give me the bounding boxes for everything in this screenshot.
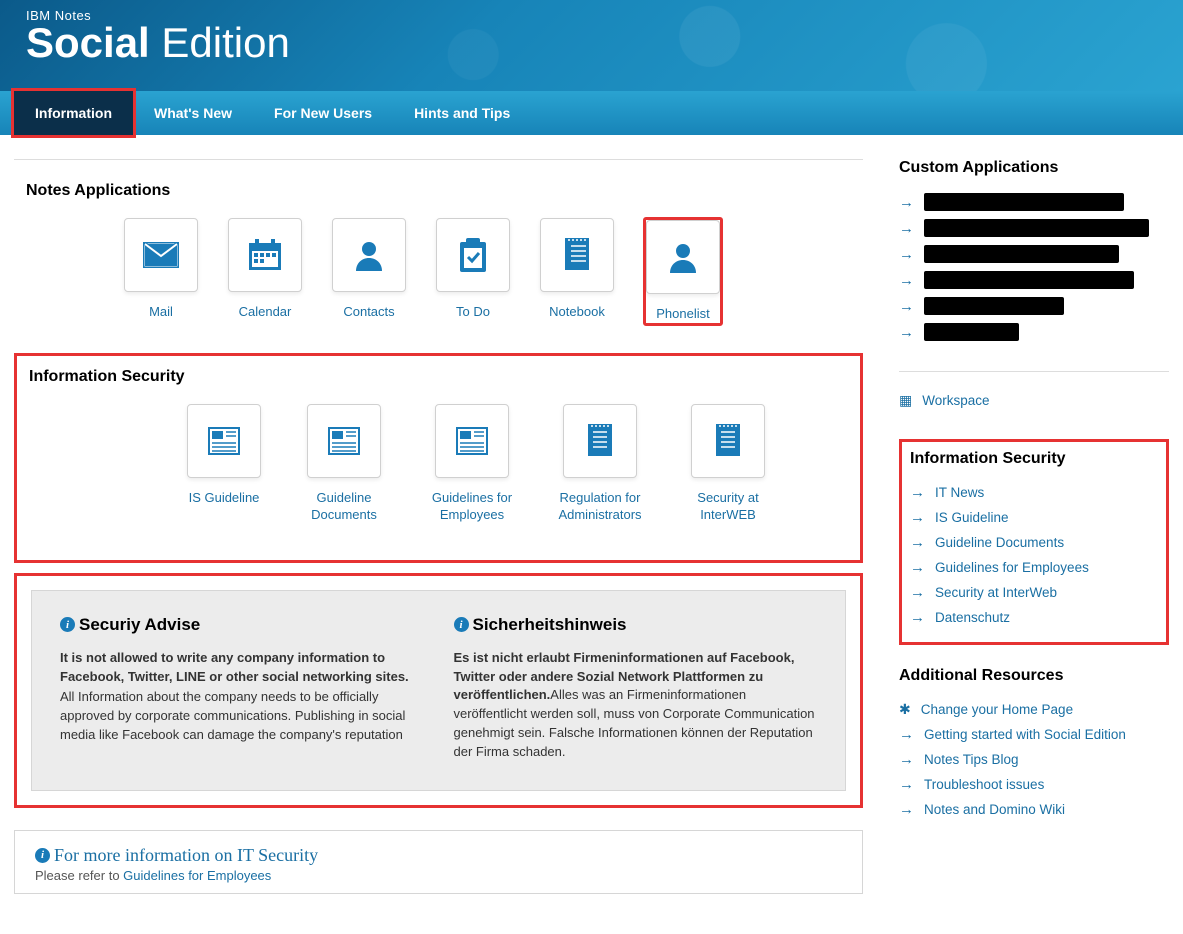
arrow-icon: → (899, 801, 914, 818)
workspace-list: ▦Workspace (899, 388, 1169, 413)
advisory-en: iSecuriy Advise It is not allowed to wri… (60, 615, 424, 762)
info-icon: i (35, 848, 50, 863)
arrow-icon: → (899, 272, 914, 289)
notes-apps-row: Mail Calendar Contacts To Do Notebook Ph… (124, 218, 863, 325)
phonelist-icon (668, 241, 698, 273)
app-phonelist[interactable]: Phonelist (644, 218, 722, 325)
infosec-highlight-box: Information Security IS Guideline Guidel… (14, 353, 863, 563)
doc-icon (208, 427, 240, 455)
arrow-icon: → (910, 559, 925, 576)
sidebar-item-guidelines-employees[interactable]: →Guidelines for Employees (910, 555, 1158, 580)
divider (14, 159, 863, 160)
contact-icon (354, 239, 384, 271)
more-info-link[interactable]: Guidelines for Employees (123, 868, 271, 883)
security-advisory: iSecuriy Advise It is not allowed to wri… (31, 590, 846, 791)
calendar-icon (248, 239, 282, 271)
sidebar-infosec-list: →IT News →IS Guideline →Guideline Docume… (910, 480, 1158, 630)
sidebar-item-notes-tips-blog[interactable]: →Notes Tips Blog (899, 747, 1169, 772)
arrow-icon: → (910, 609, 925, 626)
gear-icon: ✱ (899, 701, 911, 718)
app-notebook[interactable]: Notebook (540, 218, 614, 325)
sidebar-item-change-homepage[interactable]: ✱Change your Home Page (899, 697, 1169, 722)
arrow-icon: → (899, 324, 914, 341)
todo-icon (458, 238, 488, 272)
info-icon: i (454, 617, 469, 632)
app-guidelines-employees[interactable]: Guidelines for Employees (427, 404, 517, 524)
arrow-icon: → (899, 751, 914, 768)
app-guideline-documents[interactable]: Guideline Documents (299, 404, 389, 524)
workspace-link[interactable]: ▦Workspace (899, 388, 1169, 413)
sidebar-item-troubleshoot[interactable]: →Troubleshoot issues (899, 772, 1169, 797)
custom-app-item[interactable]: → (899, 241, 1169, 267)
tab-information[interactable]: Information (11, 88, 136, 138)
tab-hints-and-tips[interactable]: Hints and Tips (393, 91, 531, 135)
app-mail[interactable]: Mail (124, 218, 198, 325)
brand-large: Social Edition (26, 19, 1157, 67)
app-security-interweb[interactable]: Security at InterWEB (683, 404, 773, 524)
sidebar-item-it-news[interactable]: →IT News (910, 480, 1158, 505)
more-info-box: iFor more information on IT Security Ple… (14, 830, 863, 894)
custom-app-item[interactable]: → (899, 319, 1169, 345)
app-contacts[interactable]: Contacts (332, 218, 406, 325)
app-calendar[interactable]: Calendar (228, 218, 302, 325)
arrow-icon: → (910, 509, 925, 526)
sidebar-item-guideline-docs[interactable]: →Guideline Documents (910, 530, 1158, 555)
advisory-de: iSicherheitshinweis Es ist nicht erlaubt… (454, 615, 818, 762)
arrow-icon: → (899, 298, 914, 315)
header-banner: IBM Notes Social Edition (0, 0, 1183, 91)
custom-app-item[interactable]: → (899, 215, 1169, 241)
additional-resources-title: Additional Resources (899, 667, 1169, 685)
app-is-guideline[interactable]: IS Guideline (187, 404, 261, 524)
infosec-row: IS Guideline Guideline Documents Guideli… (187, 404, 860, 524)
grid-icon: ▦ (899, 392, 912, 409)
arrow-icon: → (899, 246, 914, 263)
sidebar-item-security-interweb[interactable]: →Security at InterWeb (910, 580, 1158, 605)
arrow-icon: → (899, 726, 914, 743)
arrow-icon: → (910, 584, 925, 601)
custom-apps-list: → → → → → → (899, 189, 1169, 345)
additional-resources-list: ✱Change your Home Page →Getting started … (899, 697, 1169, 822)
sidebar-item-notes-domino-wiki[interactable]: →Notes and Domino Wiki (899, 797, 1169, 822)
notes-apps-title: Notes Applications (26, 182, 863, 200)
tab-whats-new[interactable]: What's New (133, 91, 253, 135)
arrow-icon: → (899, 220, 914, 237)
notebook-icon (563, 238, 591, 272)
main-nav: Information What's New For New Users Hin… (0, 91, 1183, 135)
arrow-icon: → (910, 484, 925, 501)
custom-app-item[interactable]: → (899, 293, 1169, 319)
book-icon (586, 424, 614, 458)
doc-icon (456, 427, 488, 455)
divider (899, 371, 1169, 372)
sidebar-infosec-title: Information Security (910, 450, 1158, 468)
arrow-icon: → (899, 776, 914, 793)
app-todo[interactable]: To Do (436, 218, 510, 325)
infosec-title: Information Security (29, 368, 860, 386)
info-icon: i (60, 617, 75, 632)
mail-icon (143, 242, 179, 268)
custom-app-item[interactable]: → (899, 267, 1169, 293)
sidebar-infosec-highlight: Information Security →IT News →IS Guidel… (899, 439, 1169, 645)
sidebar-item-getting-started[interactable]: →Getting started with Social Edition (899, 722, 1169, 747)
arrow-icon: → (899, 194, 914, 211)
doc-icon (328, 427, 360, 455)
advisory-highlight-box: iSecuriy Advise It is not allowed to wri… (14, 573, 863, 808)
custom-app-item[interactable]: → (899, 189, 1169, 215)
arrow-icon: → (910, 534, 925, 551)
sidebar-item-datenschutz[interactable]: →Datenschutz (910, 605, 1158, 630)
app-regulation-admins[interactable]: Regulation for Administrators (555, 404, 645, 524)
sidebar-item-is-guideline[interactable]: →IS Guideline (910, 505, 1158, 530)
tab-for-new-users[interactable]: For New Users (253, 91, 393, 135)
custom-apps-title: Custom Applications (899, 159, 1169, 177)
book-icon (714, 424, 742, 458)
